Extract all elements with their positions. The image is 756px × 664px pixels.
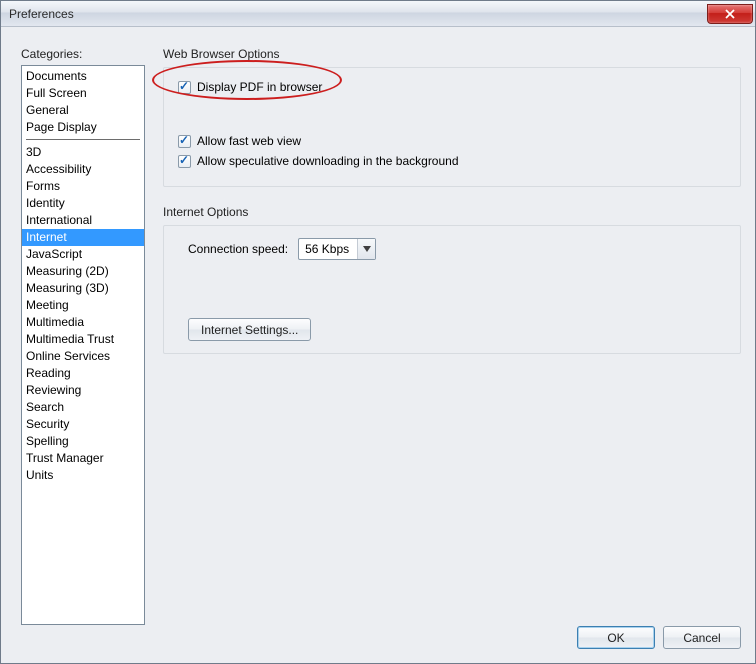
- display-pdf-label: Display PDF in browser: [197, 80, 322, 94]
- close-button[interactable]: [707, 4, 753, 24]
- connection-speed-label: Connection speed:: [188, 242, 288, 256]
- category-item[interactable]: Units: [22, 467, 144, 484]
- settings-pane: Web Browser Options Display PDF in brows…: [163, 47, 741, 372]
- display-pdf-row[interactable]: Display PDF in browser: [178, 80, 726, 94]
- dialog-content: Categories: DocumentsFull ScreenGeneralP…: [15, 37, 741, 649]
- category-item[interactable]: Multimedia Trust: [22, 331, 144, 348]
- category-item[interactable]: Full Screen: [22, 85, 144, 102]
- category-item[interactable]: Forms: [22, 178, 144, 195]
- speculative-checkbox[interactable]: [178, 155, 191, 168]
- dialog-footer: OK Cancel: [577, 626, 741, 649]
- category-item[interactable]: Internet: [22, 229, 144, 246]
- category-divider: [26, 139, 140, 140]
- fast-web-checkbox[interactable]: [178, 135, 191, 148]
- speculative-label: Allow speculative downloading in the bac…: [197, 154, 459, 168]
- category-item[interactable]: Page Display: [22, 119, 144, 136]
- category-item[interactable]: Reviewing: [22, 382, 144, 399]
- category-item[interactable]: Spelling: [22, 433, 144, 450]
- category-item[interactable]: 3D: [22, 144, 144, 161]
- category-item[interactable]: Measuring (3D): [22, 280, 144, 297]
- category-item[interactable]: Multimedia: [22, 314, 144, 331]
- category-item[interactable]: JavaScript: [22, 246, 144, 263]
- titlebar: Preferences: [1, 1, 755, 27]
- preferences-window: Preferences Categories: DocumentsFull Sc…: [0, 0, 756, 664]
- category-item[interactable]: Documents: [22, 68, 144, 85]
- close-icon: [724, 9, 736, 19]
- fast-web-label: Allow fast web view: [197, 134, 301, 148]
- web-browser-options-group: Display PDF in browser Allow fast web vi…: [163, 67, 741, 187]
- category-item[interactable]: Online Services: [22, 348, 144, 365]
- category-item[interactable]: Identity: [22, 195, 144, 212]
- category-item[interactable]: International: [22, 212, 144, 229]
- internet-options-group: Connection speed: 56 Kbps Internet Setti…: [163, 225, 741, 354]
- web-browser-options-label: Web Browser Options: [163, 47, 741, 61]
- dropdown-button[interactable]: [357, 239, 375, 259]
- speculative-row[interactable]: Allow speculative downloading in the bac…: [178, 154, 726, 168]
- category-item[interactable]: Reading: [22, 365, 144, 382]
- category-item[interactable]: Meeting: [22, 297, 144, 314]
- category-item[interactable]: Security: [22, 416, 144, 433]
- ok-button[interactable]: OK: [577, 626, 655, 649]
- category-item[interactable]: Trust Manager: [22, 450, 144, 467]
- spacer: [178, 100, 726, 134]
- category-item[interactable]: Accessibility: [22, 161, 144, 178]
- internet-options-label: Internet Options: [163, 205, 741, 219]
- category-item[interactable]: General: [22, 102, 144, 119]
- internet-settings-button[interactable]: Internet Settings...: [188, 318, 311, 341]
- categories-label: Categories:: [21, 47, 82, 61]
- fast-web-row[interactable]: Allow fast web view: [178, 134, 726, 148]
- chevron-down-icon: [363, 246, 371, 252]
- connection-speed-select[interactable]: 56 Kbps: [298, 238, 376, 260]
- window-title: Preferences: [9, 7, 74, 21]
- connection-speed-value: 56 Kbps: [305, 242, 357, 256]
- cancel-button[interactable]: Cancel: [663, 626, 741, 649]
- display-pdf-checkbox[interactable]: [178, 81, 191, 94]
- category-item[interactable]: Measuring (2D): [22, 263, 144, 280]
- category-item[interactable]: Search: [22, 399, 144, 416]
- categories-list[interactable]: DocumentsFull ScreenGeneralPage Display 3…: [21, 65, 145, 625]
- connection-speed-row: Connection speed: 56 Kbps: [170, 232, 734, 270]
